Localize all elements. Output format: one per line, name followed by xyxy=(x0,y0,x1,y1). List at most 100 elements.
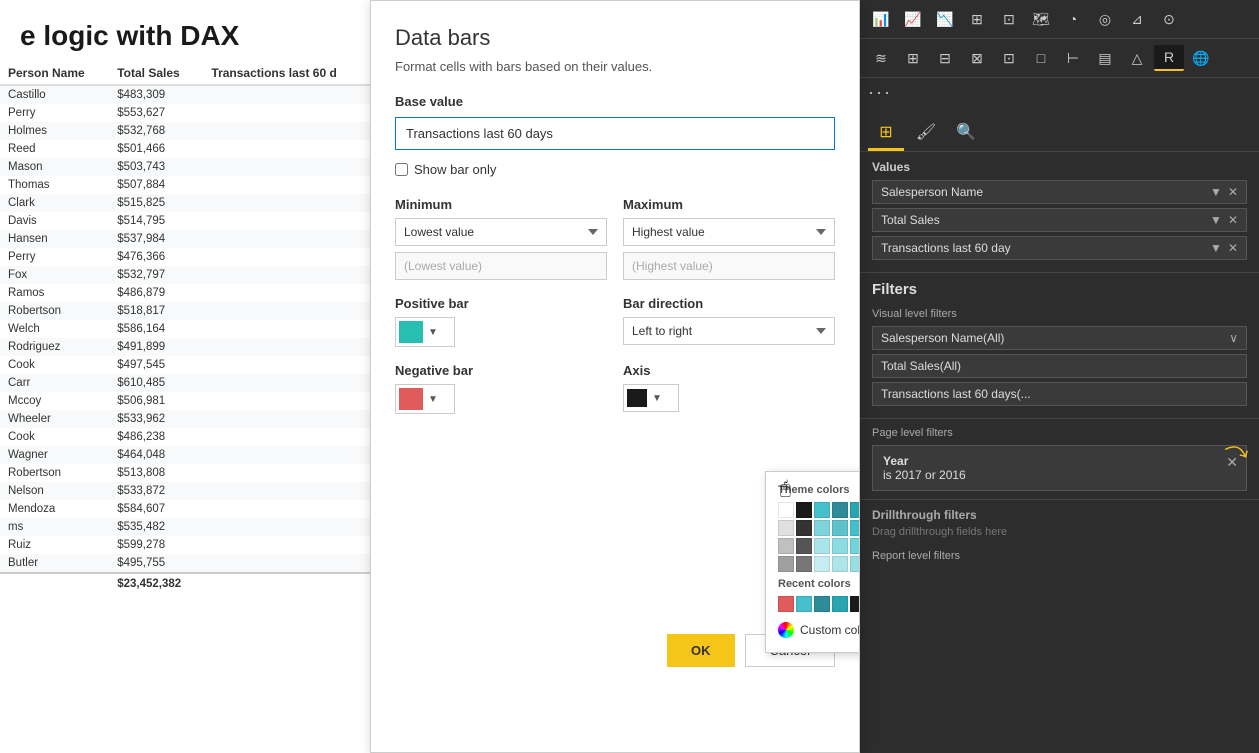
cell-name: Clark xyxy=(0,194,109,212)
table-row: Mason$503,743 xyxy=(0,158,370,176)
col-transactions: Transactions last 60 d xyxy=(203,62,370,85)
positive-bar-color-btn[interactable]: ▼ xyxy=(395,317,455,347)
cell-sales: $491,899 xyxy=(109,338,203,356)
cell-sales: $501,466 xyxy=(109,140,203,158)
field-chip-total-sales: Total Sales ▼ ✕ xyxy=(872,208,1247,232)
field-close2-icon[interactable]: ✕ xyxy=(1228,213,1238,227)
color-cell[interactable] xyxy=(832,556,848,572)
tab-analytics[interactable]: 🔍 xyxy=(948,115,984,151)
toolbar-icon-globe[interactable]: 🌐 xyxy=(1186,45,1216,71)
table-row: Nelson$533,872 xyxy=(0,482,370,500)
toolbar-icon-funnel[interactable]: ⊿ xyxy=(1122,6,1152,32)
toolbar-icon-line[interactable]: 📉 xyxy=(930,6,960,32)
table-row: Ruiz$599,278 xyxy=(0,536,370,554)
recent-colors-grid[interactable] xyxy=(778,596,860,612)
cell-name: Mccoy xyxy=(0,392,109,410)
cell-transactions xyxy=(203,212,370,230)
filter-salesperson-label: Salesperson Name(All) xyxy=(881,331,1004,345)
color-cell[interactable] xyxy=(814,538,830,554)
recent-color-cell[interactable] xyxy=(814,596,830,612)
toolbar-icon-chart1[interactable]: 📊 xyxy=(866,6,896,32)
toolbar-icon-kpi[interactable]: ⊢ xyxy=(1058,45,1088,71)
table-row: ms$535,482 xyxy=(0,518,370,536)
recent-color-cell[interactable] xyxy=(832,596,848,612)
color-cell[interactable] xyxy=(832,538,848,554)
color-cell[interactable] xyxy=(796,556,812,572)
cell-name: Cook xyxy=(0,356,109,374)
minimum-select[interactable]: Lowest value xyxy=(395,218,607,246)
theme-colors-grid[interactable] xyxy=(778,502,860,572)
cell-transactions xyxy=(203,248,370,266)
color-cell[interactable] xyxy=(814,502,830,518)
cell-name: Mason xyxy=(0,158,109,176)
toolbar-icon-table[interactable]: ⊞ xyxy=(962,6,992,32)
total-row: $23,452,382 xyxy=(0,573,370,594)
toolbar-icon-donut[interactable]: ◎ xyxy=(1090,6,1120,32)
field-close3-icon[interactable]: ✕ xyxy=(1228,241,1238,255)
toolbar-icon-scatter[interactable]: ⊡ xyxy=(994,6,1024,32)
bar-direction-select[interactable]: Left to right xyxy=(623,317,835,345)
toolbar-icon-waterfall[interactable]: ⊟ xyxy=(930,45,960,71)
color-cell[interactable] xyxy=(796,538,812,554)
show-bar-only-label: Show bar only xyxy=(414,162,496,177)
color-cell[interactable] xyxy=(850,520,860,536)
toolbar-icon-ribbon[interactable]: ⊠ xyxy=(962,45,992,71)
cell-transactions xyxy=(203,302,370,320)
toolbar-icon-map[interactable]: 🗺 xyxy=(1026,6,1056,32)
recent-color-cell[interactable] xyxy=(778,596,794,612)
color-cell[interactable] xyxy=(814,520,830,536)
visual-level-title: Visual level filters xyxy=(872,308,1247,320)
color-cell[interactable] xyxy=(796,502,812,518)
base-value-input[interactable] xyxy=(395,117,835,150)
drillthrough-section: Drillthrough filters Drag drillthrough f… xyxy=(860,499,1259,546)
toolbar-icon-matrix[interactable]: ⊡ xyxy=(994,45,1024,71)
table-row: Reed$501,466 xyxy=(0,140,370,158)
toolbar-icon-bar[interactable]: 📈 xyxy=(898,6,928,32)
toolbar-icon-shape[interactable]: △ xyxy=(1122,45,1152,71)
toolbar-icon-area[interactable]: ≋ xyxy=(866,45,896,71)
field-chip-salesperson: Salesperson Name ▼ ✕ xyxy=(872,180,1247,204)
maximum-group: Maximum Highest value (Highest value) xyxy=(623,197,835,280)
negative-bar-color-btn[interactable]: ▼ xyxy=(395,384,455,414)
field-chevron3-icon[interactable]: ▼ xyxy=(1210,241,1222,255)
toolbar-dots[interactable]: ··· xyxy=(860,78,1259,107)
toolbar-icon-slicer[interactable]: ▤ xyxy=(1090,45,1120,71)
color-cell[interactable] xyxy=(850,556,860,572)
field-chevron-icon[interactable]: ▼ xyxy=(1210,185,1222,199)
color-cell[interactable] xyxy=(850,538,860,554)
color-cell[interactable] xyxy=(832,520,848,536)
page-level-section: Page level filters Year is 2017 or 2016 … xyxy=(860,418,1259,499)
color-picker-popup: Theme colors Recent colors Custom color … xyxy=(765,471,860,653)
color-cell[interactable] xyxy=(778,502,794,518)
toolbar-icon-r[interactable]: R xyxy=(1154,45,1184,71)
field-chevron2-icon[interactable]: ▼ xyxy=(1210,213,1222,227)
toolbar-icon-gauge[interactable]: ⊙ xyxy=(1154,6,1184,32)
custom-color-btn[interactable]: Custom color xyxy=(778,620,860,640)
color-cell[interactable] xyxy=(778,520,794,536)
toolbar-icon-pie[interactable]: ◔ xyxy=(1058,6,1088,32)
negative-bar-group: Negative bar ▼ Theme colors Recent color… xyxy=(395,363,607,414)
axis-color-btn[interactable]: ▼ xyxy=(623,384,679,412)
field-close-icon[interactable]: ✕ xyxy=(1228,185,1238,199)
color-cell[interactable] xyxy=(850,502,860,518)
toolbar-icon-card[interactable]: □ xyxy=(1026,45,1056,71)
tab-format[interactable]: 🖌 xyxy=(908,115,944,151)
color-cell[interactable] xyxy=(832,502,848,518)
filter-chevron-icon[interactable]: ∨ xyxy=(1229,331,1238,345)
minimum-group: Minimum Lowest value (Lowest value) xyxy=(395,197,607,280)
ok-button[interactable]: OK xyxy=(667,634,735,667)
color-cell[interactable] xyxy=(814,556,830,572)
table-row: Cook$497,545 xyxy=(0,356,370,374)
recent-color-cell[interactable] xyxy=(850,596,860,612)
maximum-select[interactable]: Highest value xyxy=(623,218,835,246)
table-row: Perry$476,366 xyxy=(0,248,370,266)
year-filter-label: Year xyxy=(883,454,1236,468)
color-cell[interactable] xyxy=(778,556,794,572)
color-cell[interactable] xyxy=(778,538,794,554)
recent-color-cell[interactable] xyxy=(796,596,812,612)
show-bar-only-checkbox[interactable] xyxy=(395,163,408,176)
color-cell[interactable] xyxy=(796,520,812,536)
toolbar-icon-combo[interactable]: ⊞ xyxy=(898,45,928,71)
filters-title: Filters xyxy=(872,281,1247,298)
tab-fields[interactable]: ⊞ xyxy=(868,115,904,151)
